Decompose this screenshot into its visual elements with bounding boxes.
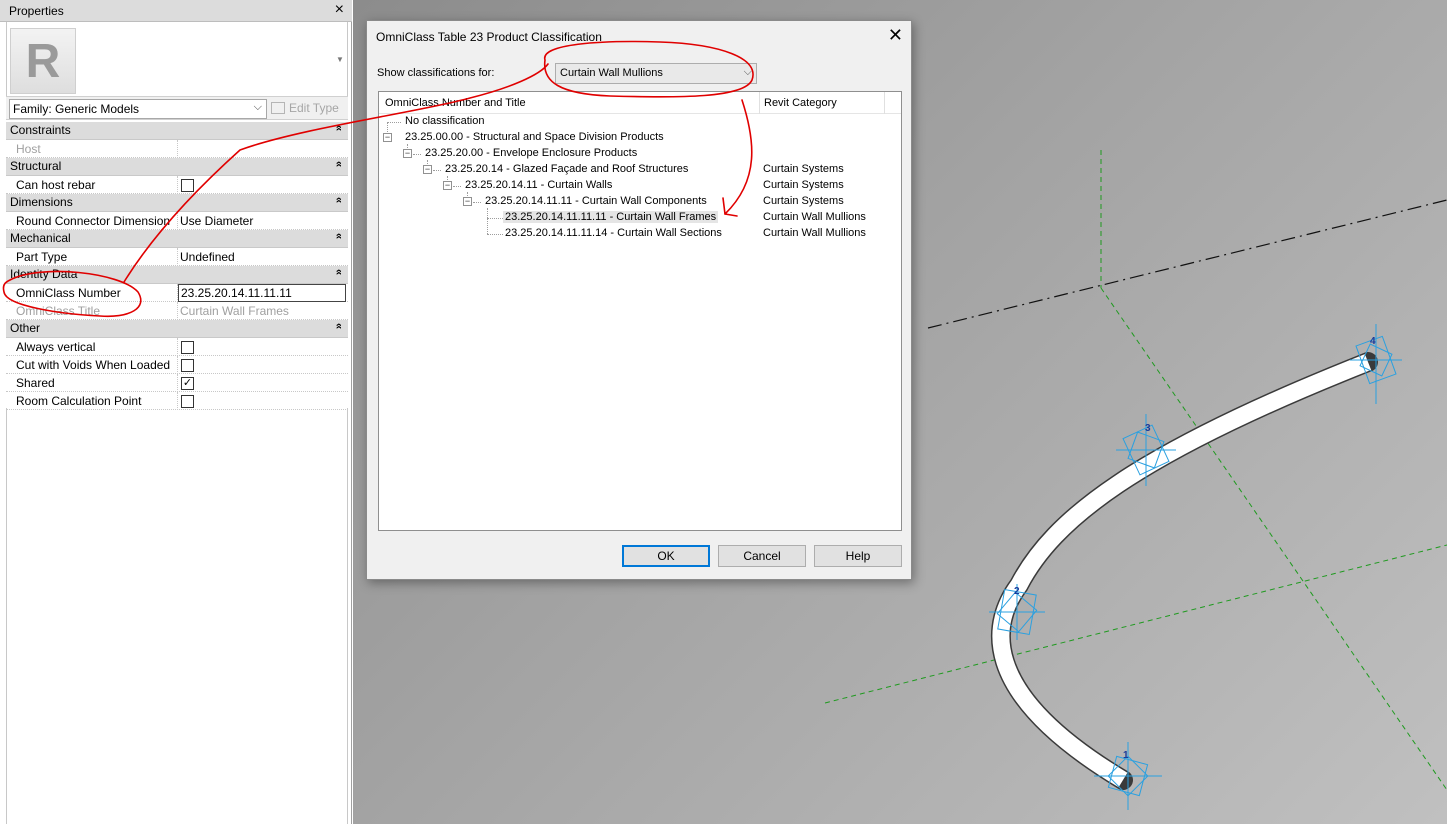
family-dropdown-value: Family: Generic Models	[13, 102, 140, 116]
cancel-button[interactable]: Cancel	[718, 545, 806, 567]
collapse-icon[interactable]: −	[423, 165, 432, 174]
property-label: OmniClass Number	[16, 286, 121, 300]
property-label: Shared	[16, 376, 55, 390]
can-host-rebar-checkbox[interactable]	[181, 179, 194, 192]
property-row: Cut with Voids When Loaded	[6, 356, 348, 374]
properties-empty-area	[6, 408, 348, 824]
section-identity-data[interactable]: Identity Data »	[6, 266, 348, 284]
section-label: Dimensions	[10, 195, 73, 209]
column-header-revit-category[interactable]: Revit Category	[764, 97, 837, 109]
collapse-icon[interactable]: −	[383, 133, 392, 142]
properties-titlebar: Properties ×	[0, 0, 352, 22]
family-row: Family: Generic Models ⌵ Edit Type	[6, 96, 348, 120]
section-label: Structural	[10, 159, 62, 173]
property-label: Round Connector Dimension	[16, 214, 171, 228]
reference-line	[927, 199, 1447, 329]
section-constraints[interactable]: Constraints »	[6, 122, 348, 140]
edit-type-icon	[271, 102, 285, 114]
classification-tree[interactable]: OmniClass Number and Title Revit Categor…	[378, 91, 902, 531]
property-row: Round Connector Dimension Use Diameter	[6, 212, 348, 230]
property-value: Curtain Wall Frames	[180, 304, 289, 318]
section-dimensions[interactable]: Dimensions »	[6, 194, 348, 212]
always-vertical-checkbox[interactable]	[181, 341, 194, 354]
grid-line	[1100, 287, 1447, 791]
section-other[interactable]: Other »	[6, 320, 348, 338]
section-label: Constraints	[10, 123, 71, 137]
property-row: OmniClass Title Curtain Wall Frames	[6, 302, 348, 320]
show-classifications-label: Show classifications for:	[377, 67, 495, 79]
tree-item[interactable]: − 23.25.20.00 - Envelope Enclosure Produ…	[379, 146, 899, 162]
property-row: Part Type Undefined	[6, 248, 348, 266]
chevron-down-icon: ⌵	[253, 101, 262, 113]
grid-line	[824, 544, 1447, 704]
close-icon[interactable]: ×	[335, 1, 344, 19]
point-label-2: 2	[1014, 586, 1020, 597]
property-label: OmniClass Title	[16, 304, 101, 318]
section-label: Mechanical	[10, 231, 71, 245]
chevron-down-icon: ⌵	[743, 66, 752, 78]
show-classifications-value: Curtain Wall Mullions	[560, 67, 663, 79]
collapse-icon[interactable]: »	[333, 197, 345, 203]
property-label: Part Type	[16, 250, 68, 264]
collapse-icon[interactable]: −	[403, 149, 412, 158]
ok-button[interactable]: OK	[622, 545, 710, 567]
collapse-icon[interactable]: »	[333, 233, 345, 239]
section-label: Identity Data	[10, 267, 78, 281]
tree-item[interactable]: − 23.25.00.00 - Structural and Space Div…	[379, 130, 899, 146]
collapse-icon[interactable]: −	[463, 197, 472, 206]
shared-checkbox[interactable]: ✓	[181, 377, 194, 390]
property-value[interactable]: Undefined	[180, 250, 235, 264]
property-row: Always vertical	[6, 338, 348, 356]
tree-item[interactable]: 23.25.20.14.11.11.14 - Curtain Wall Sect…	[379, 226, 899, 242]
property-label: Host	[16, 142, 41, 156]
dialog-title: OmniClass Table 23 Product Classificatio…	[376, 30, 602, 44]
collapse-icon[interactable]: »	[333, 125, 345, 131]
help-button[interactable]: Help	[814, 545, 902, 567]
collapse-icon[interactable]: −	[443, 181, 452, 190]
property-row: Can host rebar	[6, 176, 348, 194]
point-label-1: 1	[1123, 750, 1129, 761]
close-icon[interactable]: ✕	[888, 25, 903, 45]
collapse-icon[interactable]: »	[333, 161, 345, 167]
properties-panel: Properties × R ▼ Family: Generic Models …	[0, 0, 352, 824]
property-value[interactable]: Use Diameter	[180, 214, 253, 228]
tree-item[interactable]: − 23.25.20.14.11.11 - Curtain Wall Compo…	[379, 194, 899, 210]
property-row: OmniClass Number 23.25.20.14.11.11.11	[6, 284, 348, 302]
show-classifications-dropdown[interactable]: Curtain Wall Mullions ⌵	[555, 63, 757, 84]
edit-type-label: Edit Type	[289, 101, 339, 115]
collapse-icon[interactable]: »	[333, 269, 345, 275]
cut-with-voids-checkbox[interactable]	[181, 359, 194, 372]
section-mechanical[interactable]: Mechanical »	[6, 230, 348, 248]
tree-item[interactable]: No classification	[379, 114, 899, 130]
column-header-number-title[interactable]: OmniClass Number and Title	[385, 97, 526, 109]
family-dropdown[interactable]: Family: Generic Models ⌵	[9, 99, 267, 119]
section-structural[interactable]: Structural »	[6, 158, 348, 176]
property-row: Shared ✓	[6, 374, 348, 392]
properties-title: Properties	[9, 4, 64, 18]
omniclass-dialog: OmniClass Table 23 Product Classificatio…	[366, 20, 912, 580]
property-label: Cut with Voids When Loaded	[16, 358, 171, 372]
tree-item-selected[interactable]: 23.25.20.14.11.11.11 - Curtain Wall Fram…	[379, 210, 899, 226]
point-label-4: 4	[1370, 336, 1376, 347]
tree-header: OmniClass Number and Title Revit Categor…	[379, 92, 901, 114]
collapse-icon[interactable]: »	[333, 323, 345, 329]
property-label: Room Calculation Point	[16, 394, 142, 408]
revit-logo-icon: R	[10, 28, 76, 94]
property-label: Can host rebar	[16, 178, 96, 192]
property-label: Always vertical	[16, 340, 96, 354]
type-selector-arrow-icon[interactable]: ▼	[336, 55, 344, 64]
edit-type-button[interactable]: Edit Type	[269, 99, 347, 119]
property-row: Host	[6, 140, 348, 158]
omniclass-number-field[interactable]: 23.25.20.14.11.11.11	[178, 284, 346, 302]
point-label-3: 3	[1145, 423, 1151, 434]
curved-bar	[992, 354, 1372, 788]
tree-item[interactable]: − 23.25.20.14 - Glazed Façade and Roof S…	[379, 162, 899, 178]
section-label: Other	[10, 321, 41, 335]
room-calculation-point-checkbox[interactable]	[181, 395, 194, 408]
tree-item[interactable]: − 23.25.20.14.11 - Curtain Walls Curtain…	[379, 178, 899, 194]
properties-grid: Constraints » Host Structural » Can host…	[6, 122, 348, 410]
curved-bar-shadow	[991, 352, 1378, 790]
